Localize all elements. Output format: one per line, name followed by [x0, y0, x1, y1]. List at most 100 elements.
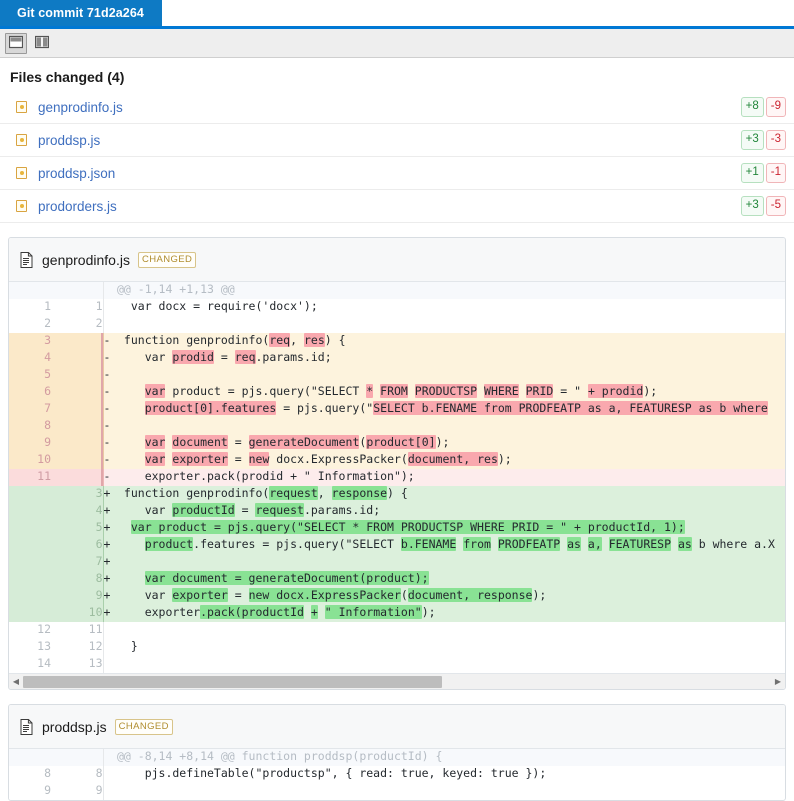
diff-sign — [102, 299, 117, 316]
diff-sign: - — [102, 452, 117, 469]
old-line-number: 1 — [9, 299, 51, 316]
status-badge: CHANGED — [137, 251, 197, 268]
tab-bar: Git commit 71d2a264 — [0, 0, 794, 29]
table-row: @@ -8,14 +8,14 @@ function proddsp(produ… — [9, 749, 785, 766]
js-file-icon — [16, 101, 27, 113]
file-link[interactable]: genprodinfo.js — [38, 100, 741, 115]
horizontal-scrollbar[interactable]: ◀ ▶ — [9, 673, 785, 689]
new-line-number — [51, 384, 103, 401]
scroll-left-arrow[interactable]: ◀ — [9, 674, 23, 690]
old-line-number: 6 — [9, 384, 51, 401]
tab-git-commit[interactable]: Git commit 71d2a264 — [0, 0, 162, 26]
old-line-number — [9, 554, 51, 571]
diff-filename: proddsp.js — [42, 718, 107, 735]
new-line-number: 12 — [51, 639, 103, 656]
file-link[interactable]: proddsp.js — [38, 133, 741, 148]
unified-view-button[interactable] — [5, 32, 27, 54]
new-line-number — [51, 749, 103, 766]
additions-badge: +3 — [740, 195, 764, 217]
table-row: 5 + var product = pjs.query("SELECT * FR… — [9, 520, 785, 537]
old-line-number: 9 — [9, 783, 51, 800]
new-line-number: 2 — [51, 316, 103, 333]
deletions-badge: -3 — [765, 129, 786, 151]
table-row: @@ -1,14 +1,13 @@ — [9, 282, 785, 299]
table-row: 1 1 var docx = require('docx'); — [9, 299, 785, 316]
scrollbar-thumb[interactable] — [23, 675, 442, 688]
table-row: 3 + function genprodinfo(request, respon… — [9, 486, 785, 503]
split-view-button[interactable] — [31, 33, 53, 54]
file-stats: +3 -3 — [740, 129, 786, 151]
table-row: 8 - — [9, 418, 785, 435]
diff-body: @@ -8,14 +8,14 @@ function proddsp(produ… — [9, 749, 785, 800]
diff-file-header[interactable]: proddsp.js CHANGED — [9, 705, 785, 749]
deletions-badge: -9 — [765, 96, 786, 118]
diff-sign — [102, 622, 117, 639]
diff-sign — [102, 316, 117, 333]
table-row: 11 - exporter.pack(prodid + " Informatio… — [9, 469, 785, 486]
old-line-number — [9, 588, 51, 605]
diff-card-genprodinfo: genprodinfo.js CHANGED @@ -1,14 +1,13 @@… — [8, 237, 786, 690]
old-line-number — [9, 537, 51, 554]
scroll-right-arrow[interactable]: ▶ — [771, 674, 785, 690]
list-item[interactable]: genprodinfo.js +8 -9 — [0, 91, 794, 124]
new-line-number — [51, 367, 103, 384]
code-line: exporter.pack(prodid + " Information"); — [117, 469, 785, 486]
diff-rows: @@ -8,14 +8,14 @@ function proddsp(produ… — [9, 749, 785, 800]
new-line-number: 6 — [51, 537, 103, 554]
file-link[interactable]: prodorders.js — [38, 199, 741, 214]
table-row: 7 + — [9, 554, 785, 571]
file-link[interactable]: proddsp.json — [38, 166, 741, 181]
code-line — [117, 622, 785, 639]
diff-table: @@ -8,14 +8,14 @@ function proddsp(produ… — [9, 749, 785, 800]
code-line: exporter.pack(productId + " Information"… — [117, 605, 785, 622]
old-line-number: 3 — [9, 333, 51, 350]
file-stats: +1 -1 — [740, 162, 786, 184]
diff-sign: + — [102, 571, 117, 588]
table-row: 10 + exporter.pack(productId + " Informa… — [9, 605, 785, 622]
old-line-number — [9, 749, 51, 766]
old-line-number: 12 — [9, 622, 51, 639]
code-line: } — [117, 639, 138, 653]
old-line-number: 2 — [9, 316, 51, 333]
diff-sign: - — [102, 469, 117, 486]
diff-sign: - — [102, 418, 117, 435]
diff-file-header[interactable]: genprodinfo.js CHANGED — [9, 238, 785, 282]
diff-sign: - — [102, 384, 117, 401]
old-line-number: 10 — [9, 452, 51, 469]
new-line-number: 9 — [51, 588, 103, 605]
new-line-number: 8 — [51, 571, 103, 588]
code-line: product[0].features = pjs.query("SELECT … — [117, 401, 785, 418]
list-item[interactable]: prodorders.js +3 -5 — [0, 190, 794, 223]
files-changed-title: Files changed (4) — [10, 69, 125, 85]
new-line-number — [51, 452, 103, 469]
diff-card-proddsp: proddsp.js CHANGED @@ -8,14 +8,14 @@ fun… — [8, 704, 786, 801]
code-line: var productId = request.params.id; — [117, 503, 785, 520]
old-line-number — [9, 503, 51, 520]
list-item[interactable]: proddsp.json +1 -1 — [0, 157, 794, 190]
deletions-badge: -5 — [765, 195, 786, 217]
table-row: 5 - — [9, 367, 785, 384]
code-line: var exporter = new docx.ExpressPacker(do… — [117, 452, 785, 469]
scrollbar-track[interactable] — [23, 674, 771, 690]
code-line: var product = pjs.query("SELECT * FROM P… — [117, 520, 785, 537]
file-stats: +3 -5 — [740, 195, 786, 217]
code-line — [117, 656, 785, 673]
js-file-icon — [16, 200, 27, 212]
table-row: 9 9 — [9, 783, 785, 800]
table-row: 7 - product[0].features = pjs.query("SEL… — [9, 401, 785, 418]
old-line-number: 13 — [9, 639, 51, 656]
old-line-number: 8 — [9, 418, 51, 435]
diff-sign: + — [102, 605, 117, 622]
new-line-number: 11 — [51, 622, 103, 639]
table-row: 4 - var prodid = req.params.id; — [9, 350, 785, 367]
list-item[interactable]: proddsp.js +3 -3 — [0, 124, 794, 157]
new-line-number — [51, 401, 103, 418]
diff-sign: + — [102, 520, 117, 537]
code-line: var product = pjs.query("SELECT * FROM P… — [117, 384, 785, 401]
diff-sign: - — [102, 367, 117, 384]
view-toolbar — [0, 29, 794, 58]
additions-badge: +3 — [740, 129, 764, 151]
table-row: 3 - function genprodinfo(req, res) { — [9, 333, 785, 350]
diff-sign — [102, 282, 117, 299]
code-line: var docx = require('docx'); — [117, 299, 318, 313]
